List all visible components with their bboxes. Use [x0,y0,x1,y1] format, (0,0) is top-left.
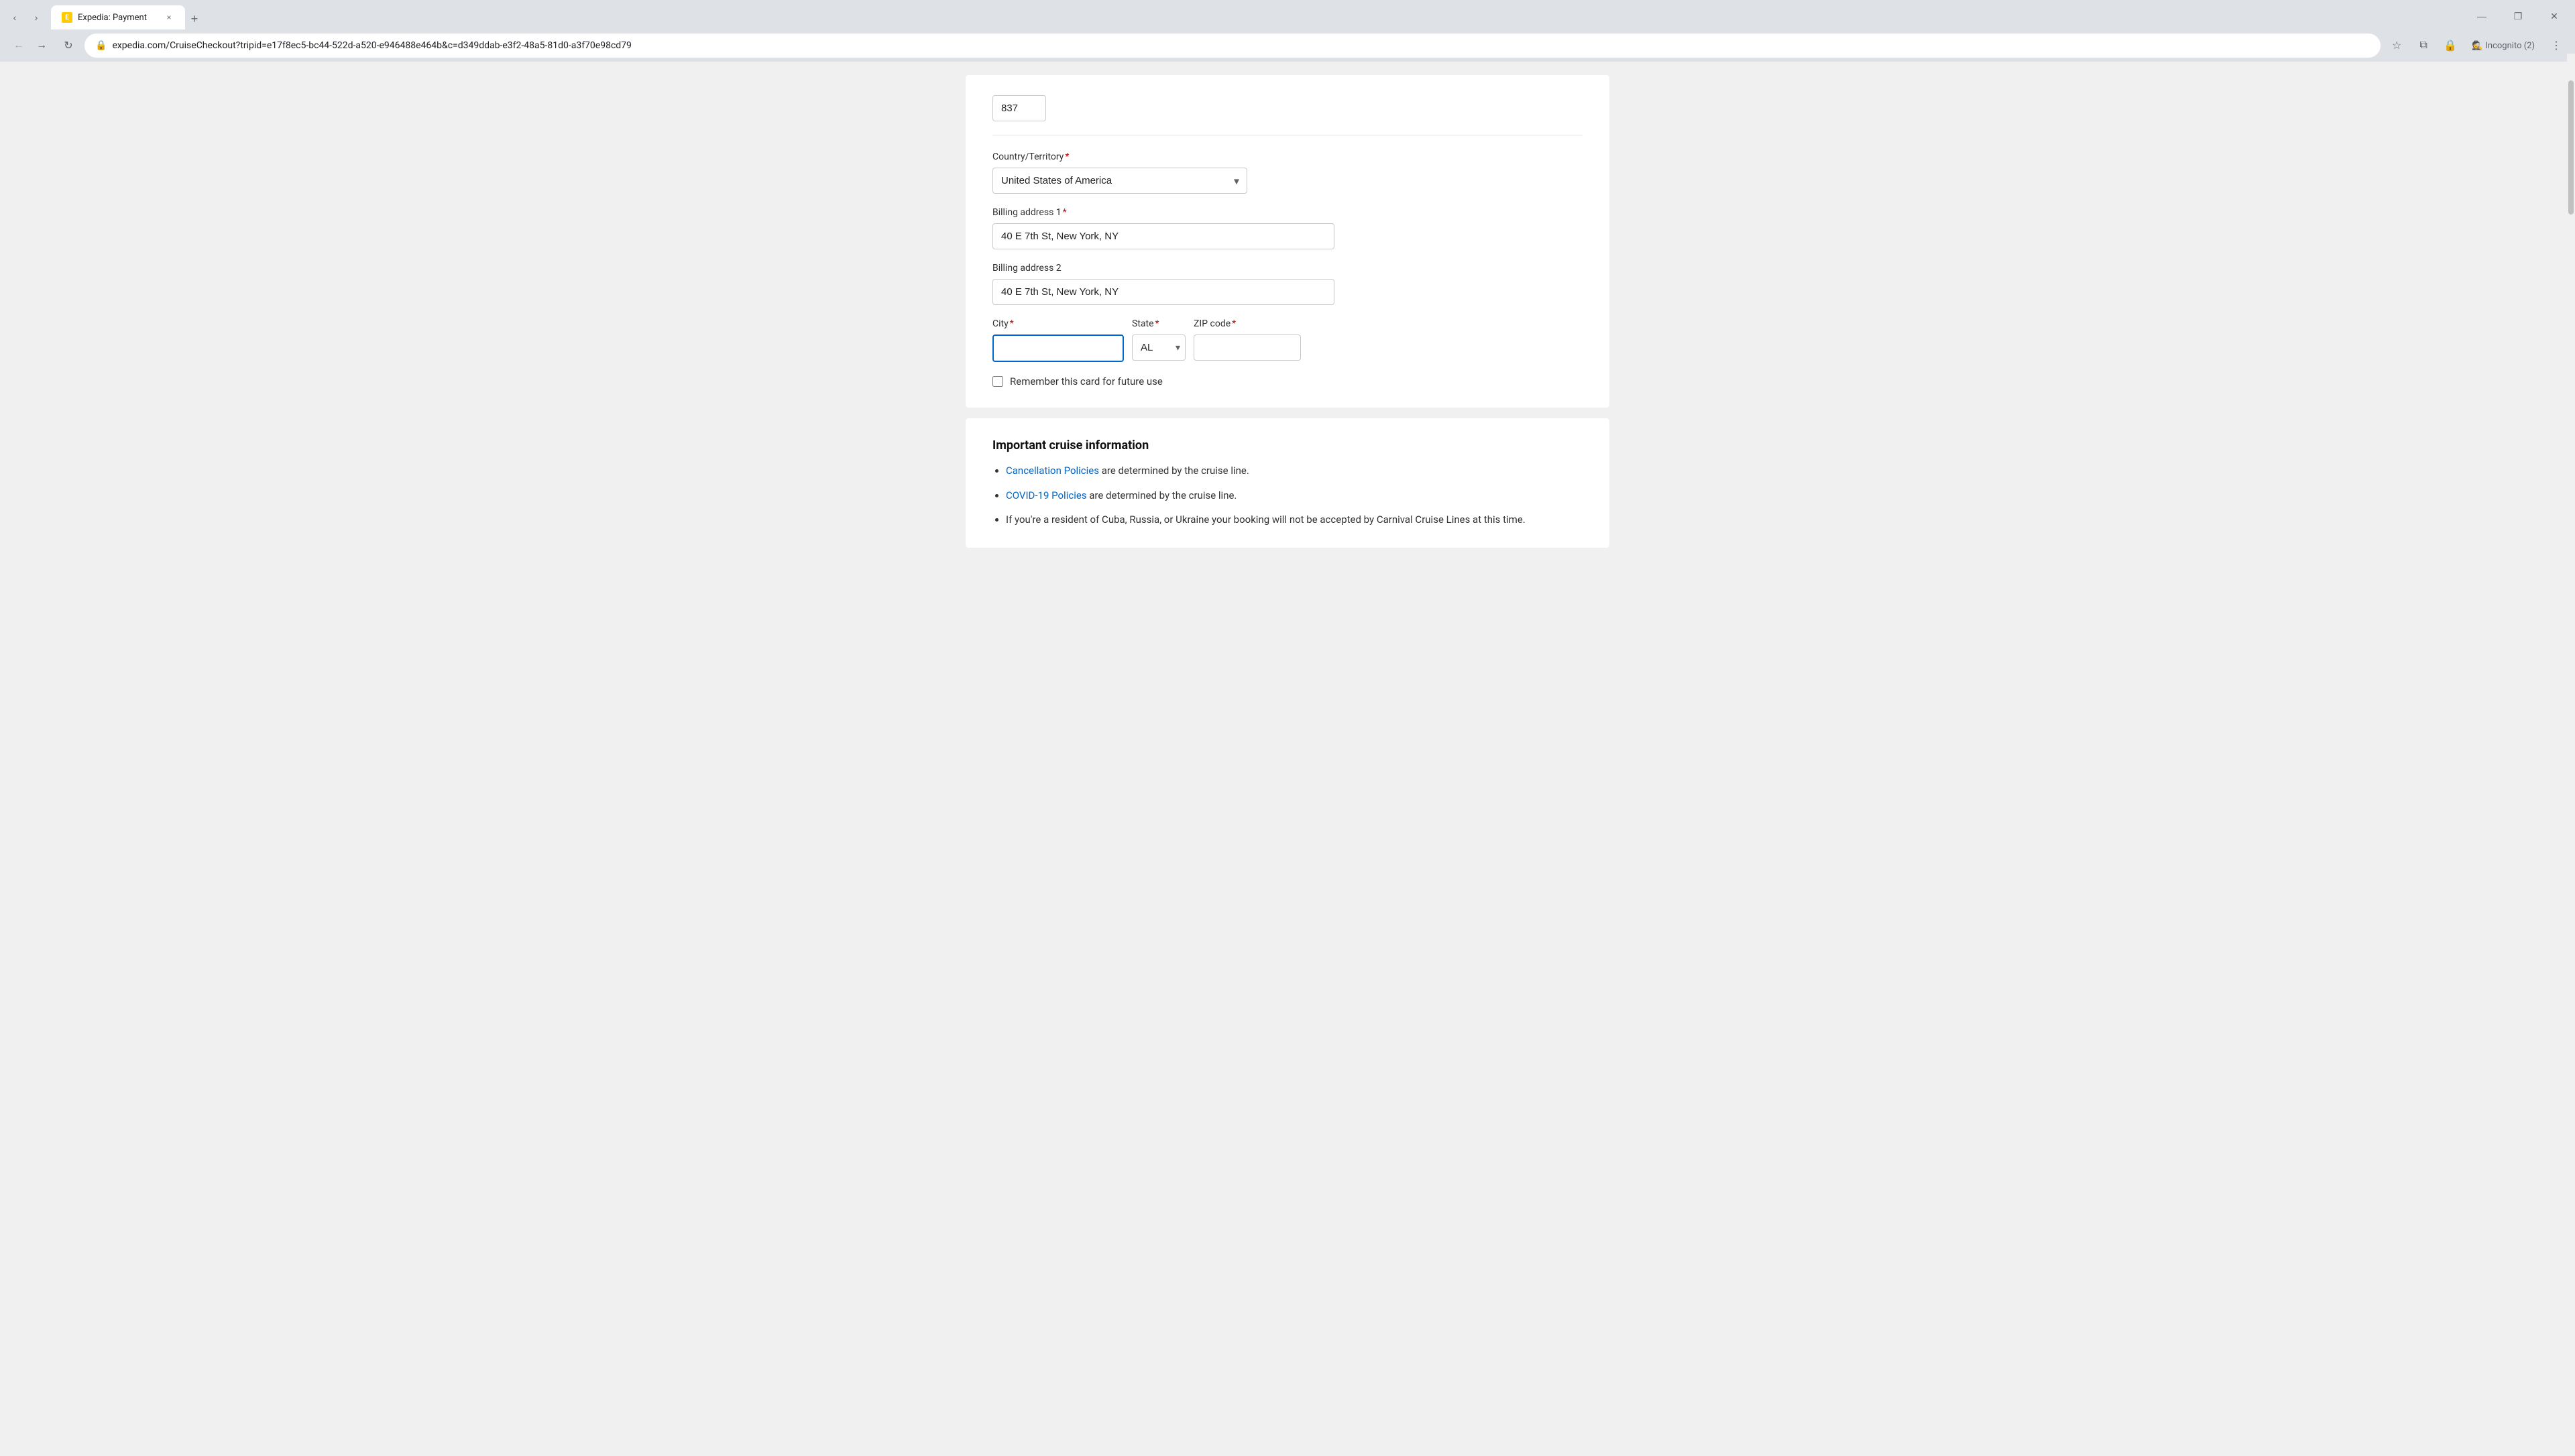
billing-address-1-input[interactable] [992,223,1334,249]
state-group: State* AL AK AZ AR CA CO CT FL GA [1132,318,1186,361]
scrollbar-thumb[interactable] [2568,80,2574,215]
state-select-wrapper: AL AK AZ AR CA CO CT FL GA NY TX [1132,335,1186,361]
payment-form-card: 837 Country/Territory* United States of … [966,75,1609,408]
city-required-star: * [1010,318,1014,329]
info-list-item-1-text: are determined by the cruise line. [1099,465,1249,477]
info-list-item-2: COVID-19 Policies are determined by the … [1006,488,1583,503]
remember-card-row: Remember this card for future use [992,375,1583,387]
cvv-input[interactable]: 837 [992,95,1046,121]
menu-button[interactable]: ⋮ [2545,35,2567,56]
billing-address-2-input[interactable] [992,279,1334,305]
nav-back-button[interactable]: ← [8,35,30,56]
refresh-button[interactable]: ↻ [58,35,79,56]
main-container: 837 Country/Territory* United States of … [966,75,1609,1443]
covid-policies-link[interactable]: COVID-19 Policies [1006,489,1087,501]
window-controls: — ❐ ✕ [2466,5,2570,29]
billing-address-1-required-star: * [1063,207,1067,218]
city-input[interactable] [992,335,1124,362]
tab-favicon: E [62,12,72,23]
tab-bar: ‹ › E Expedia: Payment × + — ❐ ✕ [0,0,2575,29]
billing-address-2-label: Billing address 2 [992,263,1583,274]
back-button[interactable]: ‹ [5,8,24,27]
page-content: 837 Country/Territory* United States of … [0,62,2575,1456]
incognito-icon: 🕵 [2472,41,2482,51]
tab-title: Expedia: Payment [78,13,158,23]
country-form-group: Country/Territory* United States of Amer… [992,151,1583,194]
zip-group: ZIP code* [1194,318,1301,361]
incognito-label: Incognito (2) [2485,41,2535,51]
state-label: State* [1132,318,1186,329]
info-list-item-2-text: are determined by the cruise line. [1087,489,1237,501]
zip-label: ZIP code* [1194,318,1301,329]
state-required-star: * [1155,318,1159,329]
nav-forward-button[interactable]: → [31,35,52,56]
url-text: expedia.com/CruiseCheckout?tripid=e17f8e… [112,40,2370,51]
info-list: Cancellation Policies are determined by … [992,463,1583,528]
info-section-title: Important cruise information [992,438,1583,452]
profile-button[interactable]: 🔒 [2440,35,2461,56]
cancellation-policies-link[interactable]: Cancellation Policies [1006,465,1099,477]
info-card: Important cruise information Cancellatio… [966,418,1609,548]
city-group: City* [992,318,1124,362]
bookmark-button[interactable]: ☆ [2386,35,2407,56]
forward-button-tab[interactable]: › [27,8,46,27]
minimize-button[interactable]: — [2466,5,2497,27]
close-button[interactable]: ✕ [2539,5,2570,27]
country-required-star: * [1065,151,1069,162]
country-label: Country/Territory* [992,151,1583,162]
info-list-item-1: Cancellation Policies are determined by … [1006,463,1583,479]
city-label: City* [992,318,1124,329]
remember-card-label[interactable]: Remember this card for future use [1010,375,1163,387]
billing-address-1-label: Billing address 1* [992,207,1583,218]
billing-address-2-group: Billing address 2 [992,263,1583,305]
new-tab-button[interactable]: + [185,9,204,28]
zip-input[interactable] [1194,335,1301,361]
lock-icon: 🔒 [95,40,107,51]
info-list-item-3: If you're a resident of Cuba, Russia, or… [1006,512,1583,528]
address-bar[interactable]: 🔒 expedia.com/CruiseCheckout?tripid=e17f… [84,34,2381,58]
billing-address-1-group: Billing address 1* [992,207,1583,249]
scrollbar[interactable] [2567,54,2575,1448]
split-view-button[interactable]: ⧉ [2413,35,2434,56]
state-select[interactable]: AL AK AZ AR CA CO CT FL GA NY TX [1132,335,1186,361]
zip-required-star: * [1232,318,1236,329]
browser-toolbar: ← → ↻ 🔒 expedia.com/CruiseCheckout?tripi… [0,29,2575,62]
active-tab[interactable]: E Expedia: Payment × [51,5,185,29]
nav-arrows: ← → [8,35,52,56]
city-state-zip-group: City* State* AL AK AZ AR CA [992,318,1583,362]
country-select[interactable]: United States of America Canada United K… [992,168,1247,194]
top-input-group: 837 [992,95,1583,121]
tab-group: E Expedia: Payment × + [51,5,2464,29]
incognito-badge: 🕵 Incognito (2) [2466,38,2540,54]
restore-button[interactable]: ❐ [2503,5,2533,27]
country-select-wrapper: United States of America Canada United K… [992,168,1247,194]
tab-close-button[interactable]: × [164,12,174,23]
remember-card-checkbox[interactable] [992,376,1003,387]
browser-chrome: ‹ › E Expedia: Payment × + — ❐ ✕ ← → ↻ 🔒 [0,0,2575,62]
